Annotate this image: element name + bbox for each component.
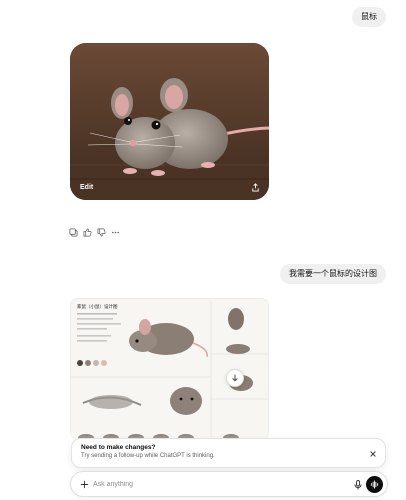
follow-up-notice: Need to make changes? Try sending a foll… bbox=[71, 438, 386, 468]
design-sheet-title: 家鼠（小鼠）设计图 bbox=[77, 303, 118, 310]
notice-title: Need to make changes? bbox=[81, 444, 156, 451]
share-icon[interactable] bbox=[250, 182, 260, 192]
thumbs-down-icon[interactable] bbox=[97, 228, 106, 237]
voice-mode-button[interactable] bbox=[366, 476, 383, 493]
plus-icon[interactable] bbox=[78, 478, 90, 490]
message-input[interactable] bbox=[93, 477, 333, 491]
notice-subtitle: Try sending a follow-up while ChatGPT is… bbox=[81, 453, 215, 460]
copy-icon[interactable] bbox=[69, 228, 78, 237]
arrow-down-icon bbox=[232, 374, 238, 382]
waveform-icon bbox=[370, 480, 379, 489]
composer bbox=[70, 471, 388, 497]
user-message-bubble: 我需要一个鼠标的设计图 bbox=[280, 264, 386, 284]
scroll-to-bottom-button[interactable] bbox=[226, 369, 244, 387]
microphone-icon[interactable] bbox=[353, 479, 363, 490]
thumbs-up-icon[interactable] bbox=[83, 228, 92, 237]
edit-image-button[interactable]: Edit bbox=[80, 184, 93, 191]
more-options-icon[interactable] bbox=[111, 228, 120, 237]
user-message-bubble: 鼠标 bbox=[352, 7, 386, 27]
message-actions bbox=[69, 228, 120, 237]
generated-image-card[interactable]: Edit bbox=[70, 43, 269, 200]
design-sheet-image[interactable]: 家鼠（小鼠）设计图 bbox=[70, 298, 269, 440]
mouse-photo bbox=[70, 43, 269, 200]
close-icon[interactable] bbox=[368, 449, 377, 458]
